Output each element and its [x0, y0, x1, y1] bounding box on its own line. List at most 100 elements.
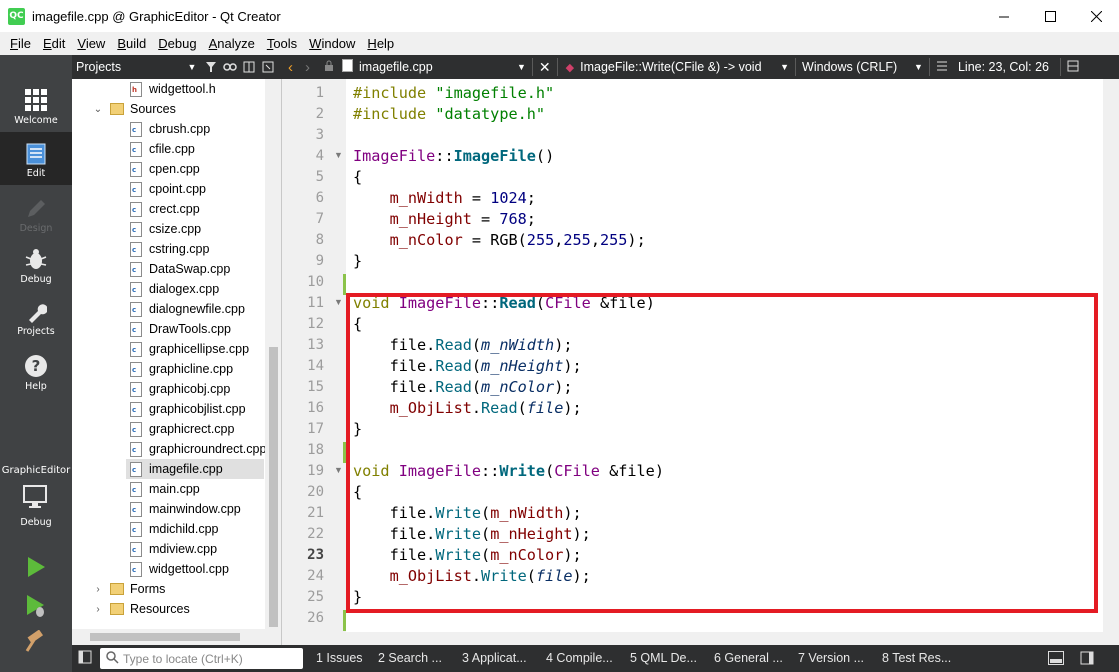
- tree-item-source-file[interactable]: c widgettool.cpp: [126, 559, 229, 579]
- build-button[interactable]: [0, 630, 72, 654]
- tree-item-source-file[interactable]: c cpen.cpp: [126, 159, 200, 179]
- toggle-output-icon[interactable]: [1080, 651, 1094, 668]
- tree-item-source-file[interactable]: c imagefile.cpp: [126, 459, 264, 479]
- forward-arrow-icon[interactable]: ›: [305, 59, 310, 76]
- tree-item-source-file[interactable]: c mdiview.cpp: [126, 539, 217, 559]
- chevron-down-icon[interactable]: ⌄: [92, 104, 104, 115]
- locator-field[interactable]: [100, 648, 303, 669]
- run-button[interactable]: [0, 555, 72, 579]
- close-pane-icon[interactable]: [260, 59, 276, 75]
- editor-vertical-scrollbar[interactable]: [1103, 79, 1119, 645]
- filter-icon[interactable]: [203, 59, 219, 75]
- tree-folder-resources[interactable]: › Resources: [92, 599, 189, 619]
- tree-item-source-file[interactable]: c graphicobjlist.cpp: [126, 399, 246, 419]
- header-file-icon: h: [130, 81, 142, 97]
- debug-run-button[interactable]: [0, 593, 72, 619]
- fold-margin: [328, 79, 346, 632]
- tree-item-source-file[interactable]: c dialogex.cpp: [126, 279, 219, 299]
- output-pane-tab[interactable]: 3 Applicat...: [462, 645, 527, 672]
- chevron-right-icon[interactable]: ›: [92, 604, 104, 615]
- mode-debug[interactable]: Debug: [0, 247, 72, 285]
- tree-item-source-file[interactable]: c cpoint.cpp: [126, 179, 206, 199]
- code-line[interactable]: #include "imagefile.h": [353, 83, 554, 104]
- editor-horizontal-scrollbar[interactable]: [282, 632, 1103, 645]
- cursor-position[interactable]: Line: 23, Col: 26: [958, 60, 1054, 74]
- menu-analyze[interactable]: Analyze: [203, 36, 261, 51]
- code-line[interactable]: m_nColor = RGB(255,255,255);: [353, 230, 646, 251]
- code-line[interactable]: {: [353, 167, 362, 188]
- tree-item-source-file[interactable]: c DrawTools.cpp: [126, 319, 231, 339]
- mode-edit[interactable]: Edit: [0, 132, 72, 185]
- menu-debug[interactable]: Debug: [152, 36, 202, 51]
- tree-item-source-file[interactable]: c dialognewfile.cpp: [126, 299, 245, 319]
- progress-icon[interactable]: [1048, 651, 1064, 668]
- code-line[interactable]: ImageFile::ImageFile(): [353, 146, 554, 167]
- symbol-dropdown-icon[interactable]: ▼: [780, 62, 789, 72]
- menu-help[interactable]: Help: [361, 36, 400, 51]
- kit-selector[interactable]: Debug: [0, 485, 72, 528]
- tree-horizontal-scrollbar[interactable]: [72, 629, 266, 645]
- tree-item-source-file[interactable]: c mainwindow.cpp: [126, 499, 241, 519]
- locator-input[interactable]: [123, 651, 293, 666]
- tree-item-source-file[interactable]: c mdichild.cpp: [126, 519, 218, 539]
- close-button[interactable]: [1073, 0, 1119, 32]
- tree-item-source-file[interactable]: c cstring.cpp: [126, 239, 209, 259]
- tree-item-source-file[interactable]: c main.cpp: [126, 479, 200, 499]
- menu-window[interactable]: Window: [303, 36, 361, 51]
- menu-build[interactable]: Build: [111, 36, 152, 51]
- tree-item-source-file[interactable]: c graphicroundrect.cpp: [126, 439, 266, 459]
- menu-file[interactable]: File: [4, 36, 37, 51]
- fold-toggle-icon[interactable]: ▼: [334, 465, 343, 475]
- current-symbol[interactable]: ImageFile::Write(CFile &) -> void: [580, 60, 780, 74]
- toggle-sidebar-icon[interactable]: [78, 650, 92, 667]
- tree-vertical-scrollbar[interactable]: [265, 79, 281, 645]
- code-line[interactable]: m_nWidth = 1024;: [353, 188, 536, 209]
- line-ending-dropdown-icon[interactable]: ▼: [914, 62, 923, 72]
- tree-folder-sources[interactable]: ⌄ Sources: [92, 99, 176, 119]
- file-dropdown-icon[interactable]: ▼: [517, 62, 526, 72]
- link-icon[interactable]: [222, 59, 238, 75]
- close-document-icon[interactable]: ✕: [539, 59, 551, 76]
- menu-edit[interactable]: Edit: [37, 36, 71, 51]
- mode-help[interactable]: ? Help: [0, 354, 72, 392]
- tree-item-source-file[interactable]: c cfile.cpp: [126, 139, 195, 159]
- projects-pane-title[interactable]: Projects: [76, 60, 184, 74]
- view-dropdown-icon[interactable]: ▼: [184, 59, 200, 75]
- fold-toggle-icon[interactable]: ▼: [334, 297, 343, 307]
- code-line[interactable]: }: [353, 251, 362, 272]
- back-arrow-icon[interactable]: ‹: [288, 59, 293, 76]
- open-file-name[interactable]: imagefile.cpp: [359, 60, 519, 74]
- tree-item-header-file[interactable]: h widgettool.h: [130, 79, 216, 99]
- line-ending-selector[interactable]: Windows (CRLF): [802, 60, 914, 74]
- split-editor-icon[interactable]: [1067, 60, 1079, 75]
- code-line[interactable]: #include "datatype.h": [353, 104, 545, 125]
- output-pane-tab[interactable]: 1 Issues: [316, 645, 363, 672]
- tree-item-source-file[interactable]: c graphicobj.cpp: [126, 379, 230, 399]
- mode-design[interactable]: Design: [0, 198, 72, 234]
- maximize-button[interactable]: [1027, 0, 1073, 32]
- tree-item-source-file[interactable]: c graphicline.cpp: [126, 359, 233, 379]
- tree-item-source-file[interactable]: c csize.cpp: [126, 219, 201, 239]
- output-pane-tab[interactable]: 7 Version ...: [798, 645, 864, 672]
- chevron-right-icon[interactable]: ›: [92, 584, 104, 595]
- tree-item-source-file[interactable]: c graphicrect.cpp: [126, 419, 234, 439]
- tree-item-source-file[interactable]: c graphicellipse.cpp: [126, 339, 249, 359]
- mode-projects[interactable]: Projects: [0, 301, 72, 337]
- output-pane-tab[interactable]: 6 General ...: [714, 645, 783, 672]
- minimize-button[interactable]: [981, 0, 1027, 32]
- tree-item-source-file[interactable]: c cbrush.cpp: [126, 119, 210, 139]
- document-outline-icon[interactable]: [936, 60, 948, 75]
- output-pane-tab[interactable]: 8 Test Res...: [882, 645, 951, 672]
- output-pane-tab[interactable]: 4 Compile...: [546, 645, 613, 672]
- mode-welcome[interactable]: Welcome: [0, 88, 72, 126]
- menu-tools[interactable]: Tools: [261, 36, 303, 51]
- menu-view[interactable]: View: [71, 36, 111, 51]
- output-pane-tab[interactable]: 5 QML De...: [630, 645, 697, 672]
- split-icon[interactable]: [241, 59, 257, 75]
- fold-toggle-icon[interactable]: ▼: [334, 150, 343, 160]
- code-line[interactable]: m_nHeight = 768;: [353, 209, 536, 230]
- tree-item-source-file[interactable]: c crect.cpp: [126, 199, 200, 219]
- output-pane-tab[interactable]: 2 Search ...: [378, 645, 442, 672]
- tree-item-source-file[interactable]: c DataSwap.cpp: [126, 259, 230, 279]
- tree-folder-forms[interactable]: › Forms: [92, 579, 165, 599]
